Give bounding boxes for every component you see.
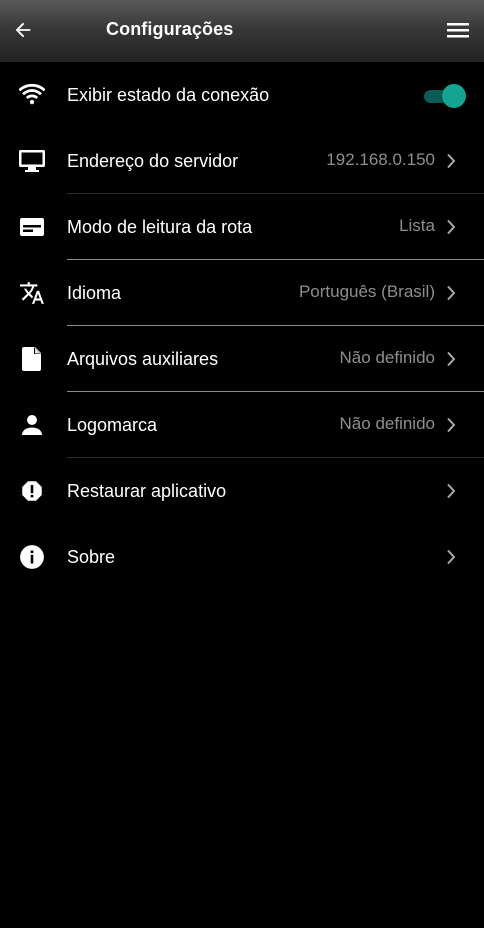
settings-item-value: Não definido [339,348,435,367]
settings-item-route-mode[interactable]: Modo de leitura da rota Lista [0,194,484,260]
arrow-left-icon [15,22,31,38]
chevron-right-icon [444,482,458,500]
settings-item-connection-status[interactable]: Exibir estado da conexão [0,62,484,128]
settings-item-value: 192.168.0.150 [326,150,435,169]
settings-item-value: Português (Brasil) [298,282,435,301]
settings-item-label: Exibir estado da conexão [67,85,270,105]
chevron-right-icon [444,548,458,566]
settings-item-label: Endereço do servidor [67,151,239,171]
settings-list: Exibir estado da conexão Endereço do ser… [0,62,484,590]
settings-item-language[interactable]: Idioma Português (Brasil) [0,260,484,326]
settings-item-server-address[interactable]: Endereço do servidor 192.168.0.150 [0,128,484,194]
back-button[interactable] [8,15,38,45]
settings-item-label: Restaurar aplicativo [67,481,227,501]
settings-item-logo[interactable]: Logomarca Não definido [0,392,484,458]
settings-item-label: Sobre [67,547,116,567]
toolbar: Configurações [0,0,484,62]
file-icon [18,346,46,372]
settings-item-label: Modo de leitura da rota [67,217,253,237]
alert-icon [18,478,46,504]
connection-status-toggle[interactable] [420,84,466,108]
app-screen: Configurações Exibir estado da conexão E… [0,0,484,928]
card-icon [18,214,46,240]
monitor-icon [18,148,46,174]
settings-item-label: Logomarca [67,415,158,435]
chevron-right-icon [444,218,458,236]
person-icon [18,412,46,438]
menu-button[interactable] [444,17,472,43]
settings-item-label: Idioma [67,283,122,303]
wifi-icon [18,82,46,108]
toggle-knob [442,84,466,108]
settings-item-restore-app[interactable]: Restaurar aplicativo [0,458,484,524]
hamburger-menu-icon [447,23,469,38]
page-title: Configurações [106,19,234,39]
settings-item-value: Não definido [339,414,435,433]
chevron-right-icon [444,416,458,434]
settings-item-about[interactable]: Sobre [0,524,484,590]
settings-item-auxiliary-files[interactable]: Arquivos auxiliares Não definido [0,326,484,392]
chevron-right-icon [444,152,458,170]
settings-item-value: Lista [399,216,435,235]
chevron-right-icon [444,284,458,302]
chevron-right-icon [444,350,458,368]
info-icon [18,544,46,570]
translate-icon [18,280,46,306]
settings-item-label: Arquivos auxiliares [67,349,219,369]
